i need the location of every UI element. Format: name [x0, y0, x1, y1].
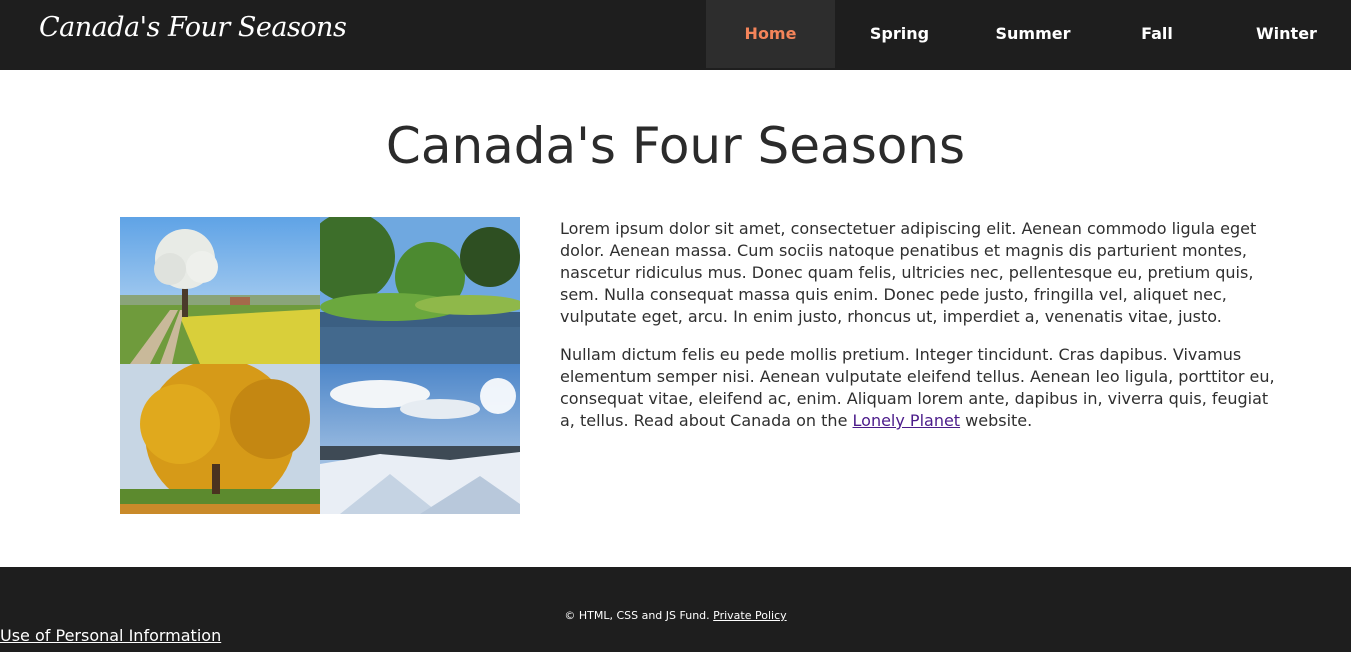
spring-image: [120, 217, 320, 364]
nav-home[interactable]: Home: [706, 0, 835, 68]
paragraph-2: Nullam dictum felis eu pede mollis preti…: [560, 344, 1280, 432]
fall-image: [120, 364, 320, 514]
copyright: © HTML, CSS and JS Fund. Private Policy: [0, 609, 1351, 622]
site-footer: © HTML, CSS and JS Fund. Private Policy …: [0, 567, 1351, 652]
page-title: Canada's Four Seasons: [385, 117, 966, 175]
nav-spring[interactable]: Spring: [835, 0, 964, 68]
nav-summer[interactable]: Summer: [964, 0, 1102, 68]
private-policy-link[interactable]: Private Policy: [713, 609, 787, 622]
seasons-collage: [120, 217, 520, 514]
nav-fall[interactable]: Fall: [1102, 0, 1212, 68]
paragraph-1: Lorem ipsum dolor sit amet, consectetuer…: [560, 219, 1257, 326]
copyright-text: © HTML, CSS and JS Fund.: [564, 609, 710, 622]
personal-information-link[interactable]: Use of Personal Information: [0, 626, 221, 645]
main-nav: Home Spring Summer Fall Winter: [706, 0, 1351, 68]
lonely-planet-link[interactable]: Lonely Planet: [853, 411, 961, 430]
winter-image: [320, 364, 520, 514]
brand-logo[interactable]: Canada's Four Seasons: [39, 12, 347, 43]
paragraph-2-end: website.: [960, 411, 1033, 430]
site-header: Canada's Four Seasons Home Spring Summer…: [0, 0, 1351, 70]
nav-winter[interactable]: Winter: [1212, 0, 1351, 68]
intro-text: Lorem ipsum dolor sit amet, consectetuer…: [560, 218, 1280, 448]
summer-image: [320, 217, 520, 364]
